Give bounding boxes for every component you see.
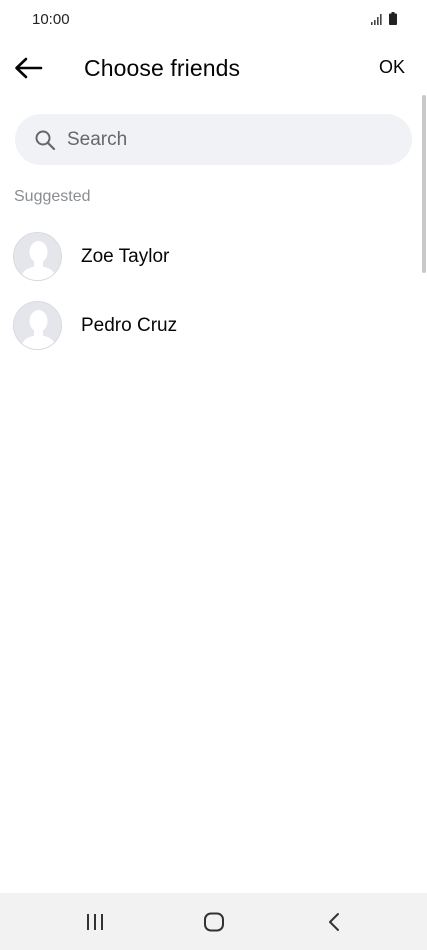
recents-icon bbox=[87, 914, 103, 930]
signal-icon bbox=[371, 14, 382, 25]
profile-silhouette-icon bbox=[14, 233, 61, 280]
avatar bbox=[13, 232, 62, 281]
home-button[interactable] bbox=[192, 903, 236, 941]
status-icons bbox=[371, 12, 397, 25]
status-time: 10:00 bbox=[32, 11, 70, 28]
search-icon bbox=[35, 130, 56, 151]
avatar bbox=[13, 301, 62, 350]
arrow-left-icon bbox=[15, 57, 43, 79]
profile-silhouette-icon bbox=[14, 302, 61, 349]
friend-item[interactable]: Pedro Cruz bbox=[0, 291, 416, 360]
suggested-label: Suggested bbox=[14, 188, 91, 205]
ok-button[interactable]: OK bbox=[379, 57, 405, 78]
battery-icon bbox=[389, 12, 397, 25]
friend-name: Zoe Taylor bbox=[81, 245, 170, 267]
friend-list: Zoe Taylor Pedro Cruz bbox=[0, 222, 416, 360]
home-icon bbox=[204, 912, 224, 932]
header: Choose friends OK bbox=[0, 44, 427, 94]
choose-friends-screen: 10:00 Choose friends OK Search Suggested… bbox=[0, 0, 427, 950]
friend-name: Pedro Cruz bbox=[81, 314, 178, 336]
friend-item[interactable]: Zoe Taylor bbox=[0, 222, 416, 291]
scrollbar[interactable] bbox=[422, 95, 426, 273]
chevron-left-icon bbox=[329, 913, 339, 931]
back-button[interactable] bbox=[10, 52, 46, 84]
search-input[interactable] bbox=[67, 114, 387, 165]
recents-button[interactable] bbox=[73, 903, 117, 941]
search-field[interactable] bbox=[15, 114, 412, 165]
page-title: Choose friends bbox=[84, 55, 241, 81]
nav-back-button[interactable] bbox=[312, 903, 356, 941]
system-nav-bar bbox=[0, 893, 427, 950]
status-bar: 10:00 bbox=[0, 0, 427, 40]
